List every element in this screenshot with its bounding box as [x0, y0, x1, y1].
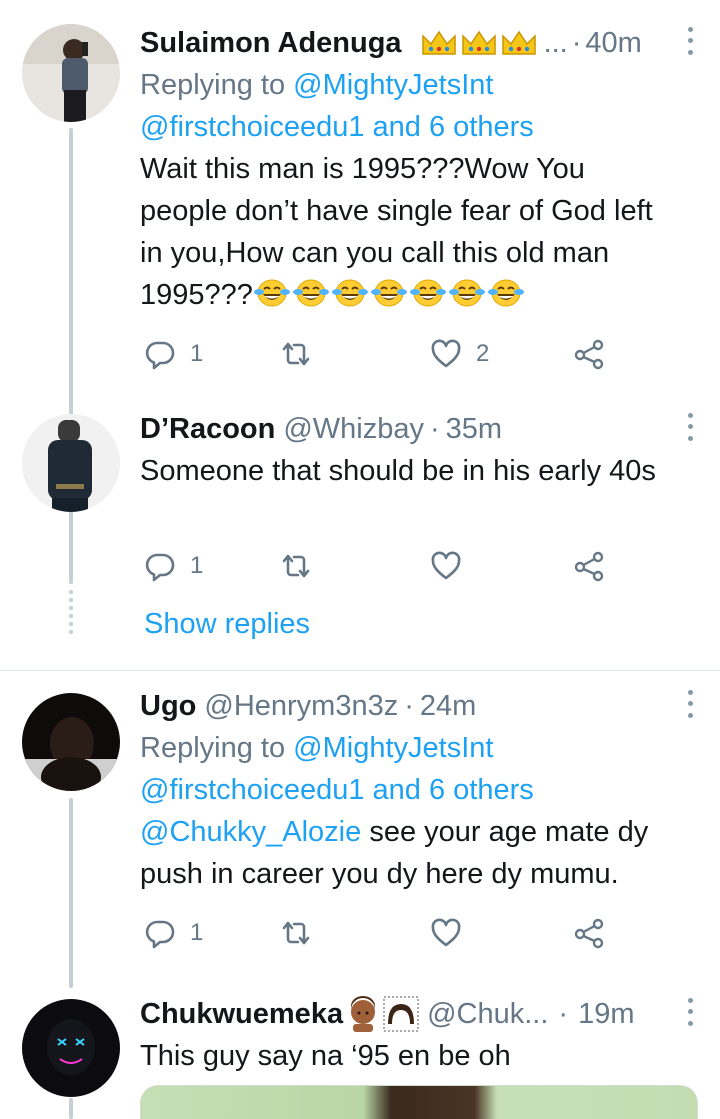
- separator-dot: ·: [558, 997, 569, 1030]
- more-vertical-icon[interactable]: [680, 24, 700, 58]
- tweet-actions: 1: [140, 550, 620, 590]
- replying-to-label: Replying to: [140, 732, 286, 764]
- person-emoji-icon: [351, 996, 376, 1032]
- tweet-actions: 1 2: [140, 338, 620, 378]
- tweet-dracoon[interactable]: D’Racoon @Whizbay · 35m Someone that sho…: [0, 390, 720, 670]
- tweet-sulaimon[interactable]: Sulaimon Adenuga ... · 40m Replying to @…: [0, 0, 720, 390]
- crown-emoji-icon: [420, 28, 538, 58]
- more-vertical-icon[interactable]: [680, 995, 700, 1029]
- retweet-button[interactable]: [280, 338, 326, 370]
- share-icon: [574, 551, 604, 582]
- tears-of-joy-emoji-row: [253, 279, 526, 311]
- user-handle[interactable]: @Chuk...: [427, 998, 548, 1031]
- tweet-media-image[interactable]: [140, 1085, 698, 1119]
- face-with-tears-of-joy-icon: [448, 279, 485, 307]
- hair-emoji-icon: [383, 996, 419, 1032]
- more-vertical-icon[interactable]: [680, 410, 700, 444]
- like-button[interactable]: [430, 550, 462, 582]
- user-handle[interactable]: @Whizbay: [283, 413, 424, 446]
- separator-dot: ·: [571, 26, 582, 59]
- separator-dot: ·: [404, 689, 414, 722]
- replying-to-user-link[interactable]: @MightyJetsInt: [293, 69, 493, 101]
- user-handle[interactable]: @Henrym3n3z: [204, 690, 398, 723]
- reply-count: 1: [190, 552, 204, 579]
- timestamp[interactable]: 24m: [420, 690, 476, 723]
- like-button[interactable]: [430, 917, 462, 949]
- face-with-tears-of-joy-icon: [409, 279, 446, 307]
- replying-to-label: Replying to: [140, 69, 286, 101]
- timestamp[interactable]: 35m: [446, 413, 502, 446]
- reply-icon: [145, 920, 175, 949]
- heart-icon: [431, 918, 461, 947]
- reply-icon: [145, 341, 175, 370]
- replying-to: Replying to @MightyJetsInt: [140, 727, 680, 769]
- replying-to-others: @firstchoiceedu1 and 6 others: [140, 106, 680, 148]
- show-replies-link[interactable]: Show replies: [144, 608, 310, 641]
- display-name[interactable]: Ugo: [140, 690, 196, 723]
- replying-to: Replying to @MightyJetsInt: [140, 64, 680, 106]
- share-button[interactable]: [574, 338, 606, 370]
- face-with-tears-of-joy-icon: [487, 279, 524, 307]
- display-name[interactable]: Sulaimon Adenuga: [140, 27, 402, 60]
- retweet-icon: [282, 554, 310, 578]
- like-count: 2: [476, 340, 490, 367]
- avatar[interactable]: [22, 693, 120, 791]
- tweet-actions: 1: [140, 917, 620, 957]
- heart-icon: [431, 339, 461, 368]
- display-name[interactable]: D’Racoon: [140, 413, 275, 446]
- face-with-tears-of-joy-icon: [292, 279, 329, 307]
- retweet-icon: [282, 342, 310, 366]
- replying-to-others: @firstchoiceedu1 and 6 others: [140, 769, 680, 811]
- replying-to-others-link[interactable]: @firstchoiceedu1 and 6 others: [140, 774, 534, 806]
- tweet-text: Wait this man is 1995???Wow You people d…: [140, 148, 680, 316]
- reply-button[interactable]: 1: [144, 550, 203, 582]
- share-button[interactable]: [574, 917, 606, 949]
- avatar[interactable]: [22, 24, 120, 122]
- replying-to-user-link[interactable]: @MightyJetsInt: [293, 732, 493, 764]
- separator-dot: ·: [429, 412, 440, 445]
- reply-count: 1: [190, 919, 204, 946]
- timestamp[interactable]: 19m: [578, 998, 634, 1031]
- like-button[interactable]: 2: [430, 338, 489, 370]
- reply-button[interactable]: 1: [144, 338, 203, 370]
- tweet-text: @Chukky_Alozie see your age mate dy push…: [140, 811, 680, 895]
- retweet-button[interactable]: [280, 917, 312, 949]
- name-truncation: ...: [543, 26, 568, 59]
- face-with-tears-of-joy-icon: [253, 279, 290, 307]
- face-with-tears-of-joy-icon: [370, 279, 407, 307]
- reply-count: 1: [190, 340, 204, 367]
- avatar[interactable]: [22, 999, 120, 1097]
- reply-icon: [145, 553, 175, 582]
- tweet-text: This guy say na ‘95 en be oh: [140, 1040, 511, 1072]
- replying-to-others-link[interactable]: @firstchoiceedu1 and 6 others: [140, 111, 534, 143]
- face-with-tears-of-joy-icon: [331, 279, 368, 307]
- tweet-chukwuemeka[interactable]: Chukwuemeka @Chuk... · 19m This guy say …: [0, 981, 720, 1119]
- retweet-button[interactable]: [280, 550, 312, 582]
- display-name[interactable]: Chukwuemeka: [140, 998, 343, 1031]
- avatar[interactable]: [22, 414, 120, 512]
- tweet-text: Someone that should be in his early 40s: [140, 455, 656, 487]
- mention-link[interactable]: @Chukky_Alozie: [140, 816, 361, 848]
- share-icon: [574, 918, 604, 949]
- share-button[interactable]: [574, 550, 606, 582]
- reply-button[interactable]: 1: [144, 917, 203, 949]
- heart-icon: [431, 551, 461, 580]
- retweet-icon: [282, 921, 310, 945]
- tweet-ugo[interactable]: Ugo @Henrym3n3z · 24m Replying to @Might…: [0, 671, 720, 981]
- share-icon: [574, 339, 604, 370]
- more-vertical-icon[interactable]: [680, 687, 700, 721]
- timestamp[interactable]: 40m: [585, 27, 641, 60]
